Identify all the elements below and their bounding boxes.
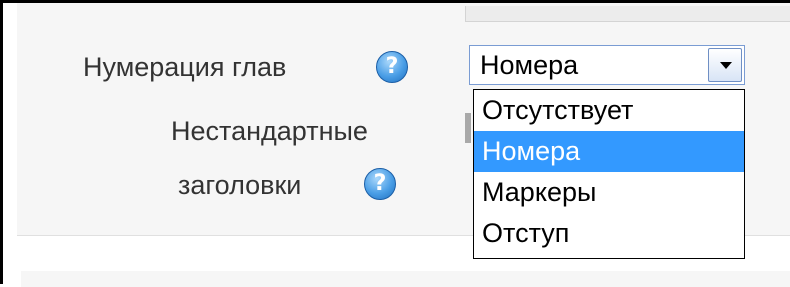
custom-titles-checkbox-edge[interactable] xyxy=(465,113,471,143)
chapter-numbering-options: Отсутствует Номера Маркеры Отступ xyxy=(473,89,745,259)
chevron-down-icon[interactable] xyxy=(708,48,742,82)
help-icon[interactable]: ? xyxy=(376,51,408,83)
custom-titles-label: Нестандартные xyxy=(171,116,368,146)
help-icon[interactable]: ? xyxy=(364,168,396,200)
dropdown-option-bullets[interactable]: Маркеры xyxy=(474,172,744,213)
chapter-numbering-select[interactable]: Номера xyxy=(469,45,745,85)
dropdown-option-numbers[interactable]: Номера xyxy=(474,131,744,172)
dropdown-option-indent[interactable]: Отступ xyxy=(474,213,744,254)
previous-field-edge xyxy=(465,6,790,22)
custom-titles-label-line2: заголовки xyxy=(178,170,302,200)
chapter-numbering-label: Нумерация глав xyxy=(83,52,287,82)
dropdown-option-none[interactable]: Отсутствует xyxy=(474,90,744,131)
next-section-panel xyxy=(21,271,790,287)
page-frame: Нумерация глав ? Нестандартные заголовки… xyxy=(0,0,790,287)
select-current-value: Номера xyxy=(480,50,579,80)
